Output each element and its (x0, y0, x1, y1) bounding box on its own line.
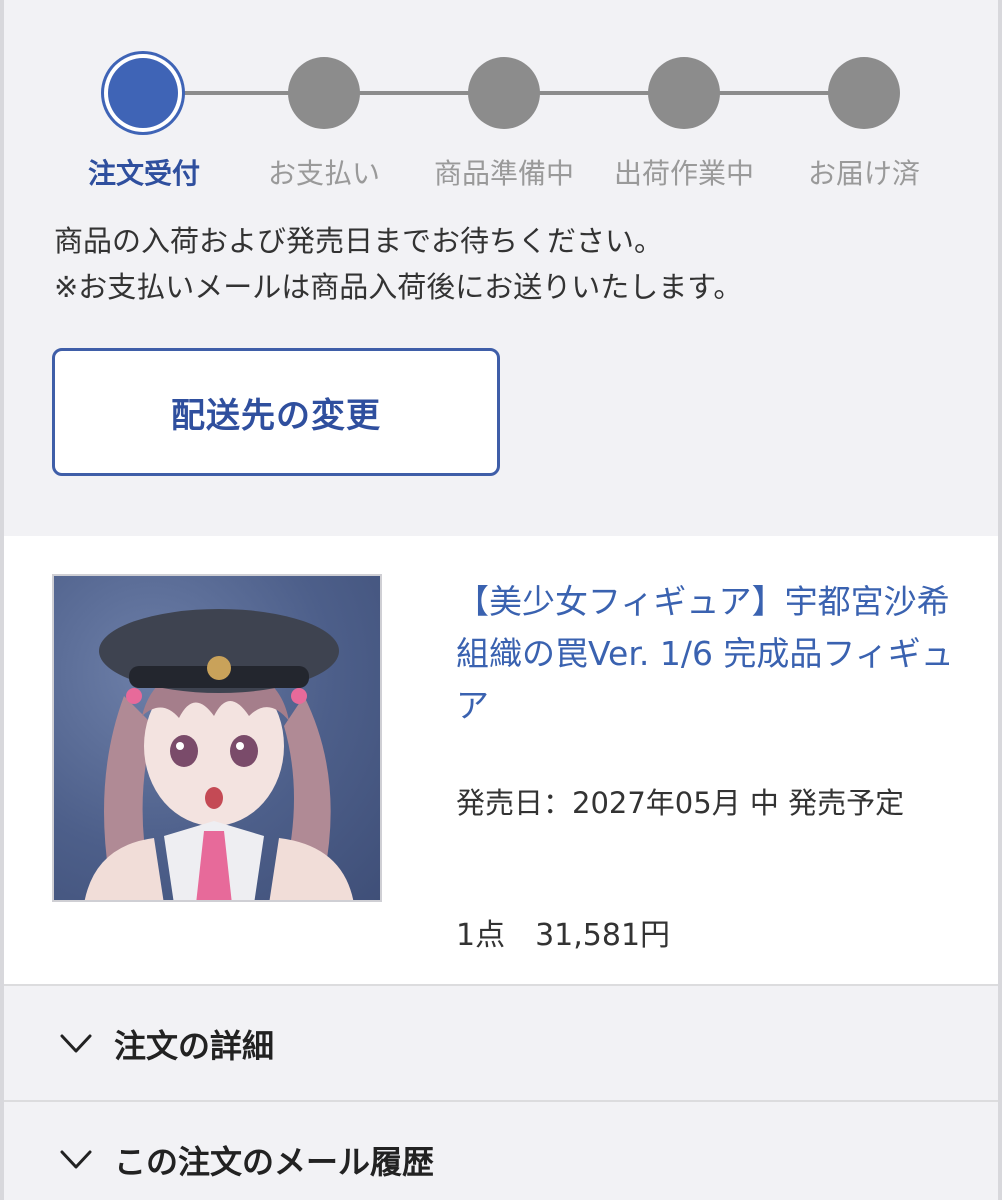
step-dot-payment (288, 57, 360, 129)
step-label-shipping: 出荷作業中 (613, 157, 754, 190)
product-image[interactable] (52, 574, 382, 902)
chevron-down-icon (60, 1150, 92, 1169)
notice-line-1: 商品の入荷および発売日までお待ちください。 (54, 224, 664, 258)
notice-line-2: ※お支払いメールは商品入荷後にお送りいたします。 (54, 270, 743, 304)
step-dot-delivered (828, 57, 900, 129)
step-label-delivered: お届け済 (807, 157, 920, 190)
product-title-link[interactable]: 【美少女フィギュア】宇都宮沙希 組織の罠Ver. 1/6 完成品フィギュア (456, 576, 956, 732)
product-figure-illustration (84, 609, 354, 900)
step-dot-order-received (108, 58, 178, 128)
step-dot-preparing (468, 57, 540, 129)
step-label-payment: お支払い (267, 157, 380, 190)
change-address-button[interactable]: 配送先の変更 (52, 348, 500, 476)
accordion-label-order-details: 注文の詳細 (114, 1027, 275, 1065)
step-label-preparing: 商品準備中 (433, 157, 574, 190)
chevron-down-icon (60, 1034, 92, 1053)
release-date: 発売日：2027年05月 中 発売予定 (456, 786, 905, 820)
step-label-order-received: 注文受付 (87, 157, 200, 190)
accordion-order-details[interactable]: 注文の詳細 (4, 988, 998, 1102)
order-status-panel: 注文受付 お支払い 商品準備中 出荷作業中 お届け済 商品の入荷および発売日まで… (4, 0, 998, 536)
accordion-label-mail-history: この注文のメール履歴 (114, 1143, 435, 1181)
accordion-mail-history[interactable]: この注文のメール履歴 (4, 1104, 998, 1200)
step-dot-shipping (648, 57, 720, 129)
product-card: 【美少女フィギュア】宇都宮沙希 組織の罠Ver. 1/6 完成品フィギュア 発売… (4, 536, 998, 986)
order-status-page: 注文受付 お支払い 商品準備中 出荷作業中 お届け済 商品の入荷および発売日まで… (0, 0, 1002, 1200)
status-notice: 商品の入荷および発売日までお待ちください。 ※お支払いメールは商品入荷後にお送り… (54, 218, 954, 310)
quantity-price: 1点 31,581円 (456, 918, 671, 953)
